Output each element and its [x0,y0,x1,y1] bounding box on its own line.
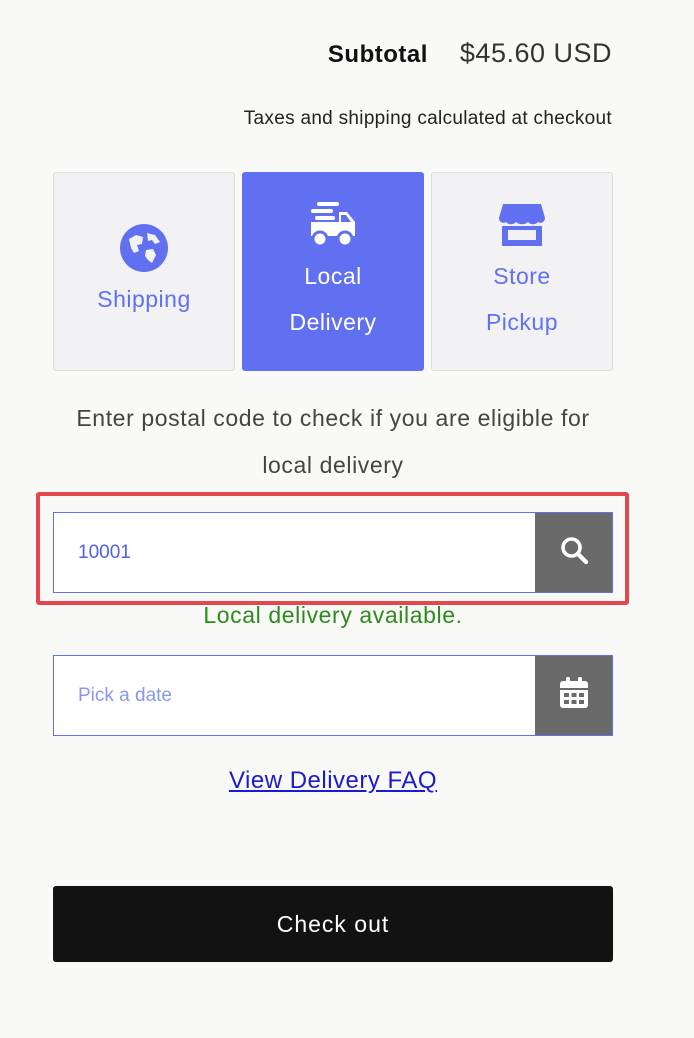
date-picker-button[interactable] [535,656,612,735]
postal-code-field [53,512,613,593]
taxes-note: Taxes and shipping calculated at checkou… [243,108,612,129]
postal-code-input[interactable] [54,513,535,592]
subtotal-label: Subtotal [327,41,428,68]
delivery-method-shipping-label: Shipping [97,285,191,312]
delivery-date-field [53,655,613,736]
delivery-truck-icon [307,199,359,251]
delivery-faq-link[interactable]: View Delivery FAQ [53,767,613,795]
subtotal-row: Subtotal $45.60 USD [328,38,612,69]
delivery-method-local[interactable]: Local Delivery [242,172,424,371]
storefront-icon [497,199,547,251]
delivery-method-selector: Shipping Local Delivery Store Pickup [53,172,613,371]
delivery-method-store-pickup[interactable]: Store Pickup [431,172,613,371]
delivery-date-input[interactable] [54,656,535,735]
delivery-method-shipping[interactable]: Shipping [53,172,235,371]
postal-search-button[interactable] [535,513,612,592]
delivery-method-local-label-line2: Delivery [289,308,377,335]
delivery-method-store-label-line1: Store [493,262,551,289]
cart-footer: Subtotal $45.60 USD Taxes and shipping c… [0,0,694,1038]
search-icon [559,535,589,570]
subtotal-value: $45.60 USD [459,38,612,68]
calendar-icon [559,677,589,714]
checkout-button[interactable]: Check out [53,886,613,962]
postal-code-hint: Enter postal code to check if you are el… [76,405,590,478]
availability-message: Local delivery available. [203,602,463,628]
delivery-method-store-label-line2: Pickup [485,308,559,335]
delivery-method-local-label-line1: Local [304,262,362,289]
globe-icon [119,222,169,274]
